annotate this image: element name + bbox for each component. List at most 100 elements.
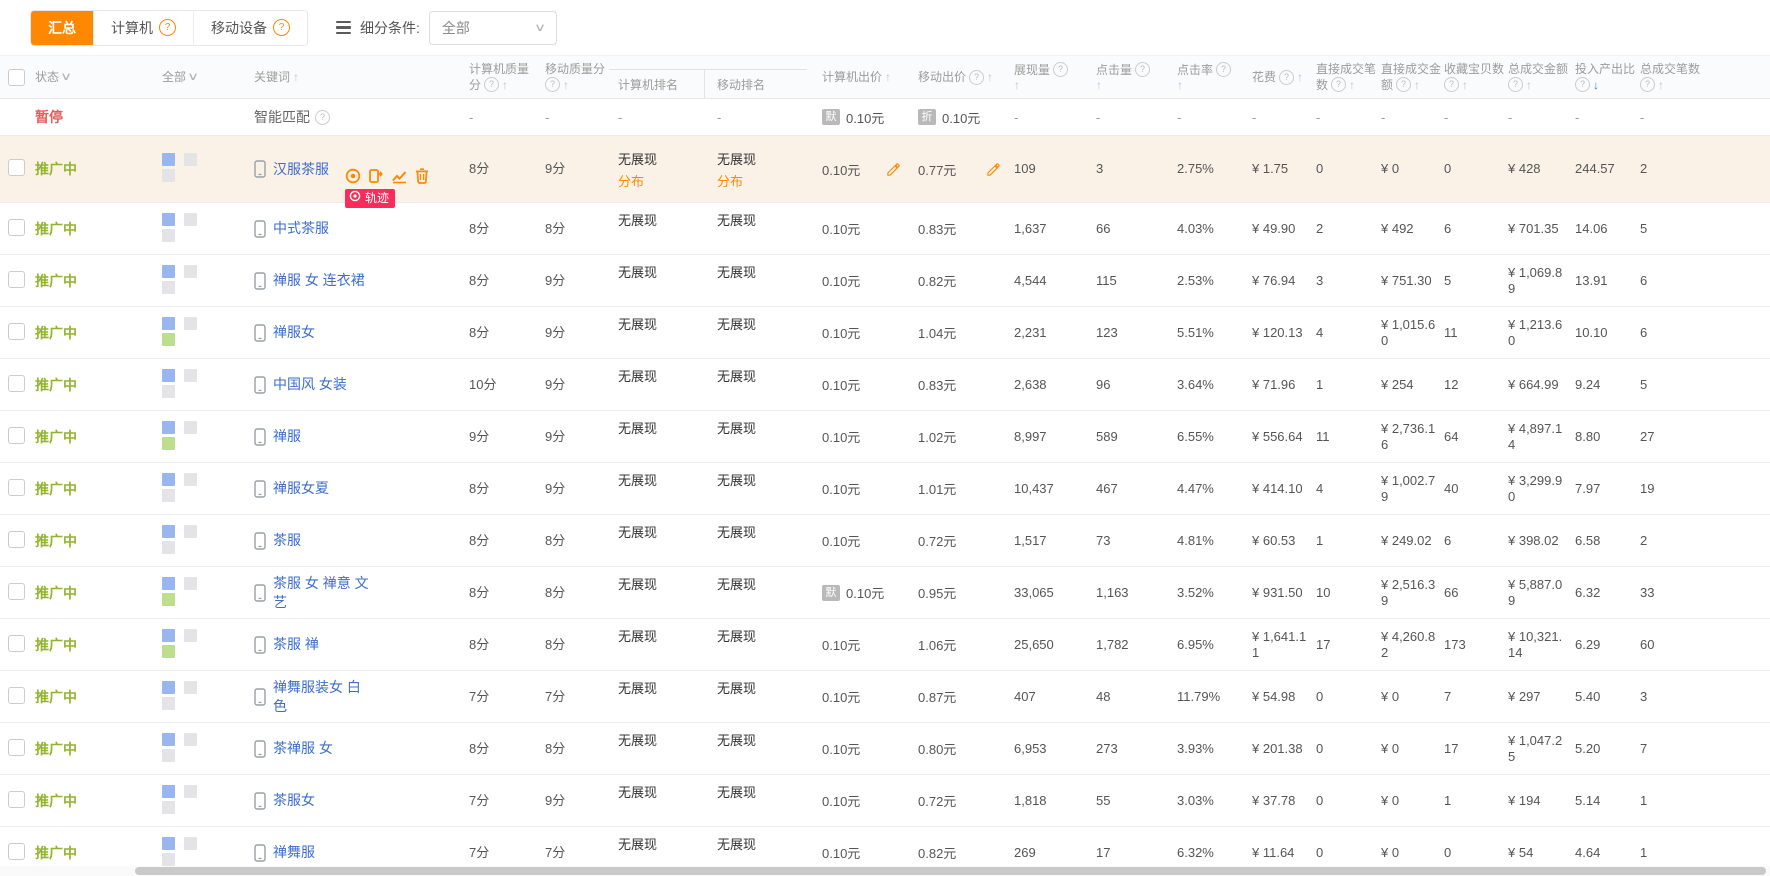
keyword-link[interactable]: 中式茶服 (273, 219, 329, 238)
select-all-checkbox[interactable] (8, 69, 25, 86)
help-icon[interactable]: ? (1331, 77, 1346, 92)
help-icon[interactable]: ? (1396, 77, 1411, 92)
header-pc-rank[interactable]: 计算机排名 (609, 56, 704, 98)
help-icon[interactable]: ? (273, 19, 290, 36)
sort-asc-icon[interactable]: ↑ (1462, 78, 1468, 92)
row-checkbox[interactable] (8, 687, 25, 704)
sort-asc-icon[interactable]: ↑ (1297, 70, 1303, 84)
row-checkbox[interactable] (8, 271, 25, 288)
help-icon[interactable]: ? (1444, 77, 1459, 92)
table-row: 推广中汉服茶服轨迹8分9分无展现分布无展现分布0.10元0.77元10932.7… (0, 136, 1770, 203)
delete-icon[interactable] (415, 168, 429, 184)
keyword-link[interactable]: 茶服 (273, 531, 301, 550)
keyword-link[interactable]: 禅舞服 (273, 843, 315, 862)
keyword-link[interactable]: 禅舞服装女 白色 (273, 678, 373, 716)
edit-bid-icon[interactable] (986, 162, 1001, 177)
header-cost[interactable]: 花费?↑ (1244, 56, 1308, 98)
help-icon[interactable]: ? (315, 110, 330, 125)
quality-bars (132, 473, 220, 505)
keyword-link[interactable]: 茶服 女 禅意 文艺 (273, 574, 373, 612)
keyword-link[interactable]: 茶服女 (273, 791, 315, 810)
keyword-link[interactable]: 汉服茶服 (273, 160, 329, 179)
help-icon[interactable]: ? (1135, 62, 1150, 77)
keyword-link[interactable]: 禅服女 (273, 323, 315, 342)
quality-bar-gray (184, 265, 197, 278)
cell-roi: 4.64 (1567, 845, 1632, 861)
row-checkbox[interactable] (8, 323, 25, 340)
header-ctr[interactable]: 点击率? ↑ (1168, 56, 1244, 98)
help-icon[interactable]: ? (1575, 77, 1590, 92)
tab-mobile[interactable]: 移动设备 ? (193, 11, 307, 45)
header-pc-bid[interactable]: 计算机出价↑ (807, 56, 905, 98)
header-quality-all[interactable]: 全部∨ (132, 56, 220, 98)
help-icon[interactable]: ? (969, 70, 984, 85)
row-checkbox[interactable] (8, 479, 25, 496)
header-keyword[interactable]: 关键词↑ (220, 56, 460, 98)
distribution-link[interactable]: 分布 (618, 171, 704, 190)
tab-summary[interactable]: 汇总 (31, 11, 93, 45)
header-roi[interactable]: 投入产出比 ?↓ (1567, 56, 1632, 98)
help-icon[interactable]: ? (1053, 62, 1068, 77)
sort-asc-icon[interactable]: ↑ (1658, 78, 1664, 92)
row-checkbox[interactable] (8, 791, 25, 808)
horizontal-scrollbar-thumb[interactable] (135, 867, 1766, 875)
header-total-amount[interactable]: 总成交金额 ?↑ (1500, 56, 1567, 98)
row-checkbox[interactable] (8, 583, 25, 600)
row-checkbox[interactable] (8, 739, 25, 756)
target-icon[interactable] (345, 168, 361, 184)
sort-asc-icon[interactable]: ↑ (1014, 78, 1020, 92)
sort-asc-icon[interactable]: ↑ (563, 78, 569, 92)
row-checkbox[interactable] (8, 635, 25, 652)
row-checkbox[interactable] (8, 159, 25, 176)
keyword-cell: 茶服 (220, 531, 460, 550)
tab-computer[interactable]: 计算机 ? (93, 11, 193, 45)
help-icon[interactable]: ? (545, 77, 560, 92)
sort-asc-icon[interactable]: ↑ (1349, 78, 1355, 92)
header-total-orders[interactable]: 总成交笔数 ?↑ (1632, 56, 1700, 98)
header-direct-orders[interactable]: 直接成交笔 数?↑ (1308, 56, 1373, 98)
header-favorites[interactable]: 收藏宝贝数 ?↑ (1436, 56, 1500, 98)
keyword-link[interactable]: 禅服 (273, 427, 301, 446)
keyword-link[interactable]: 禅服女夏 (273, 479, 329, 498)
keyword-link[interactable]: 茶禅服 女 (273, 739, 333, 758)
sort-asc-icon[interactable]: ↑ (502, 78, 508, 92)
row-checkbox[interactable] (8, 427, 25, 444)
header-mobile-quality-score[interactable]: 移动质量分 ?↑ (535, 56, 609, 98)
header-status[interactable]: 状态∨ (34, 56, 132, 98)
keyword-link[interactable]: 禅服 女 连衣裙 (273, 271, 365, 290)
sort-asc-icon[interactable]: ↑ (987, 70, 993, 84)
help-icon[interactable]: ? (1640, 77, 1655, 92)
device-transfer-icon[interactable] (368, 168, 384, 184)
distribution-link[interactable]: 分布 (717, 171, 807, 190)
row-checkbox[interactable] (8, 531, 25, 548)
sort-asc-icon[interactable]: ↑ (293, 70, 299, 84)
row-checkbox[interactable] (8, 843, 25, 860)
segment-select[interactable]: 全部 ∨ (429, 11, 557, 45)
trend-chart-icon[interactable] (391, 168, 408, 184)
header-impressions[interactable]: 展现量? ↑ (1005, 56, 1087, 98)
track-badge[interactable]: 轨迹 (345, 189, 395, 208)
keyword-link[interactable]: 中国风 女装 (273, 375, 347, 394)
sort-asc-icon[interactable]: ↑ (1414, 78, 1420, 92)
row-checkbox[interactable] (8, 375, 25, 392)
help-icon[interactable]: ? (484, 77, 499, 92)
help-icon[interactable]: ? (159, 19, 176, 36)
header-direct-amount[interactable]: 直接成交金 额?↑ (1373, 56, 1436, 98)
sort-desc-icon[interactable]: ↓ (1593, 78, 1599, 92)
sort-asc-icon[interactable]: ↑ (885, 70, 891, 84)
header-mobile-rank[interactable]: 移动排名 (704, 56, 807, 98)
sort-asc-icon[interactable]: ↑ (1096, 78, 1102, 92)
help-icon[interactable]: ? (1508, 77, 1523, 92)
header-clicks[interactable]: 点击量? ↑ (1087, 56, 1168, 98)
help-icon[interactable]: ? (1279, 70, 1294, 85)
help-icon[interactable]: ? (1216, 62, 1231, 77)
edit-bid-icon[interactable] (886, 162, 901, 177)
row-checkbox[interactable] (8, 219, 25, 236)
cell-ctr: 5.51% (1168, 325, 1244, 341)
header-mobile-bid[interactable]: 移动出价?↑ (905, 56, 1005, 98)
sort-asc-icon[interactable]: ↑ (1177, 78, 1183, 92)
sort-asc-icon[interactable]: ↑ (1526, 78, 1532, 92)
keyword-link[interactable]: 茶服 禅 (273, 635, 319, 654)
header-pc-quality-score[interactable]: 计算机质量 分?↑ (460, 56, 535, 98)
cell-mobile-rank: 无展现 (704, 271, 807, 290)
